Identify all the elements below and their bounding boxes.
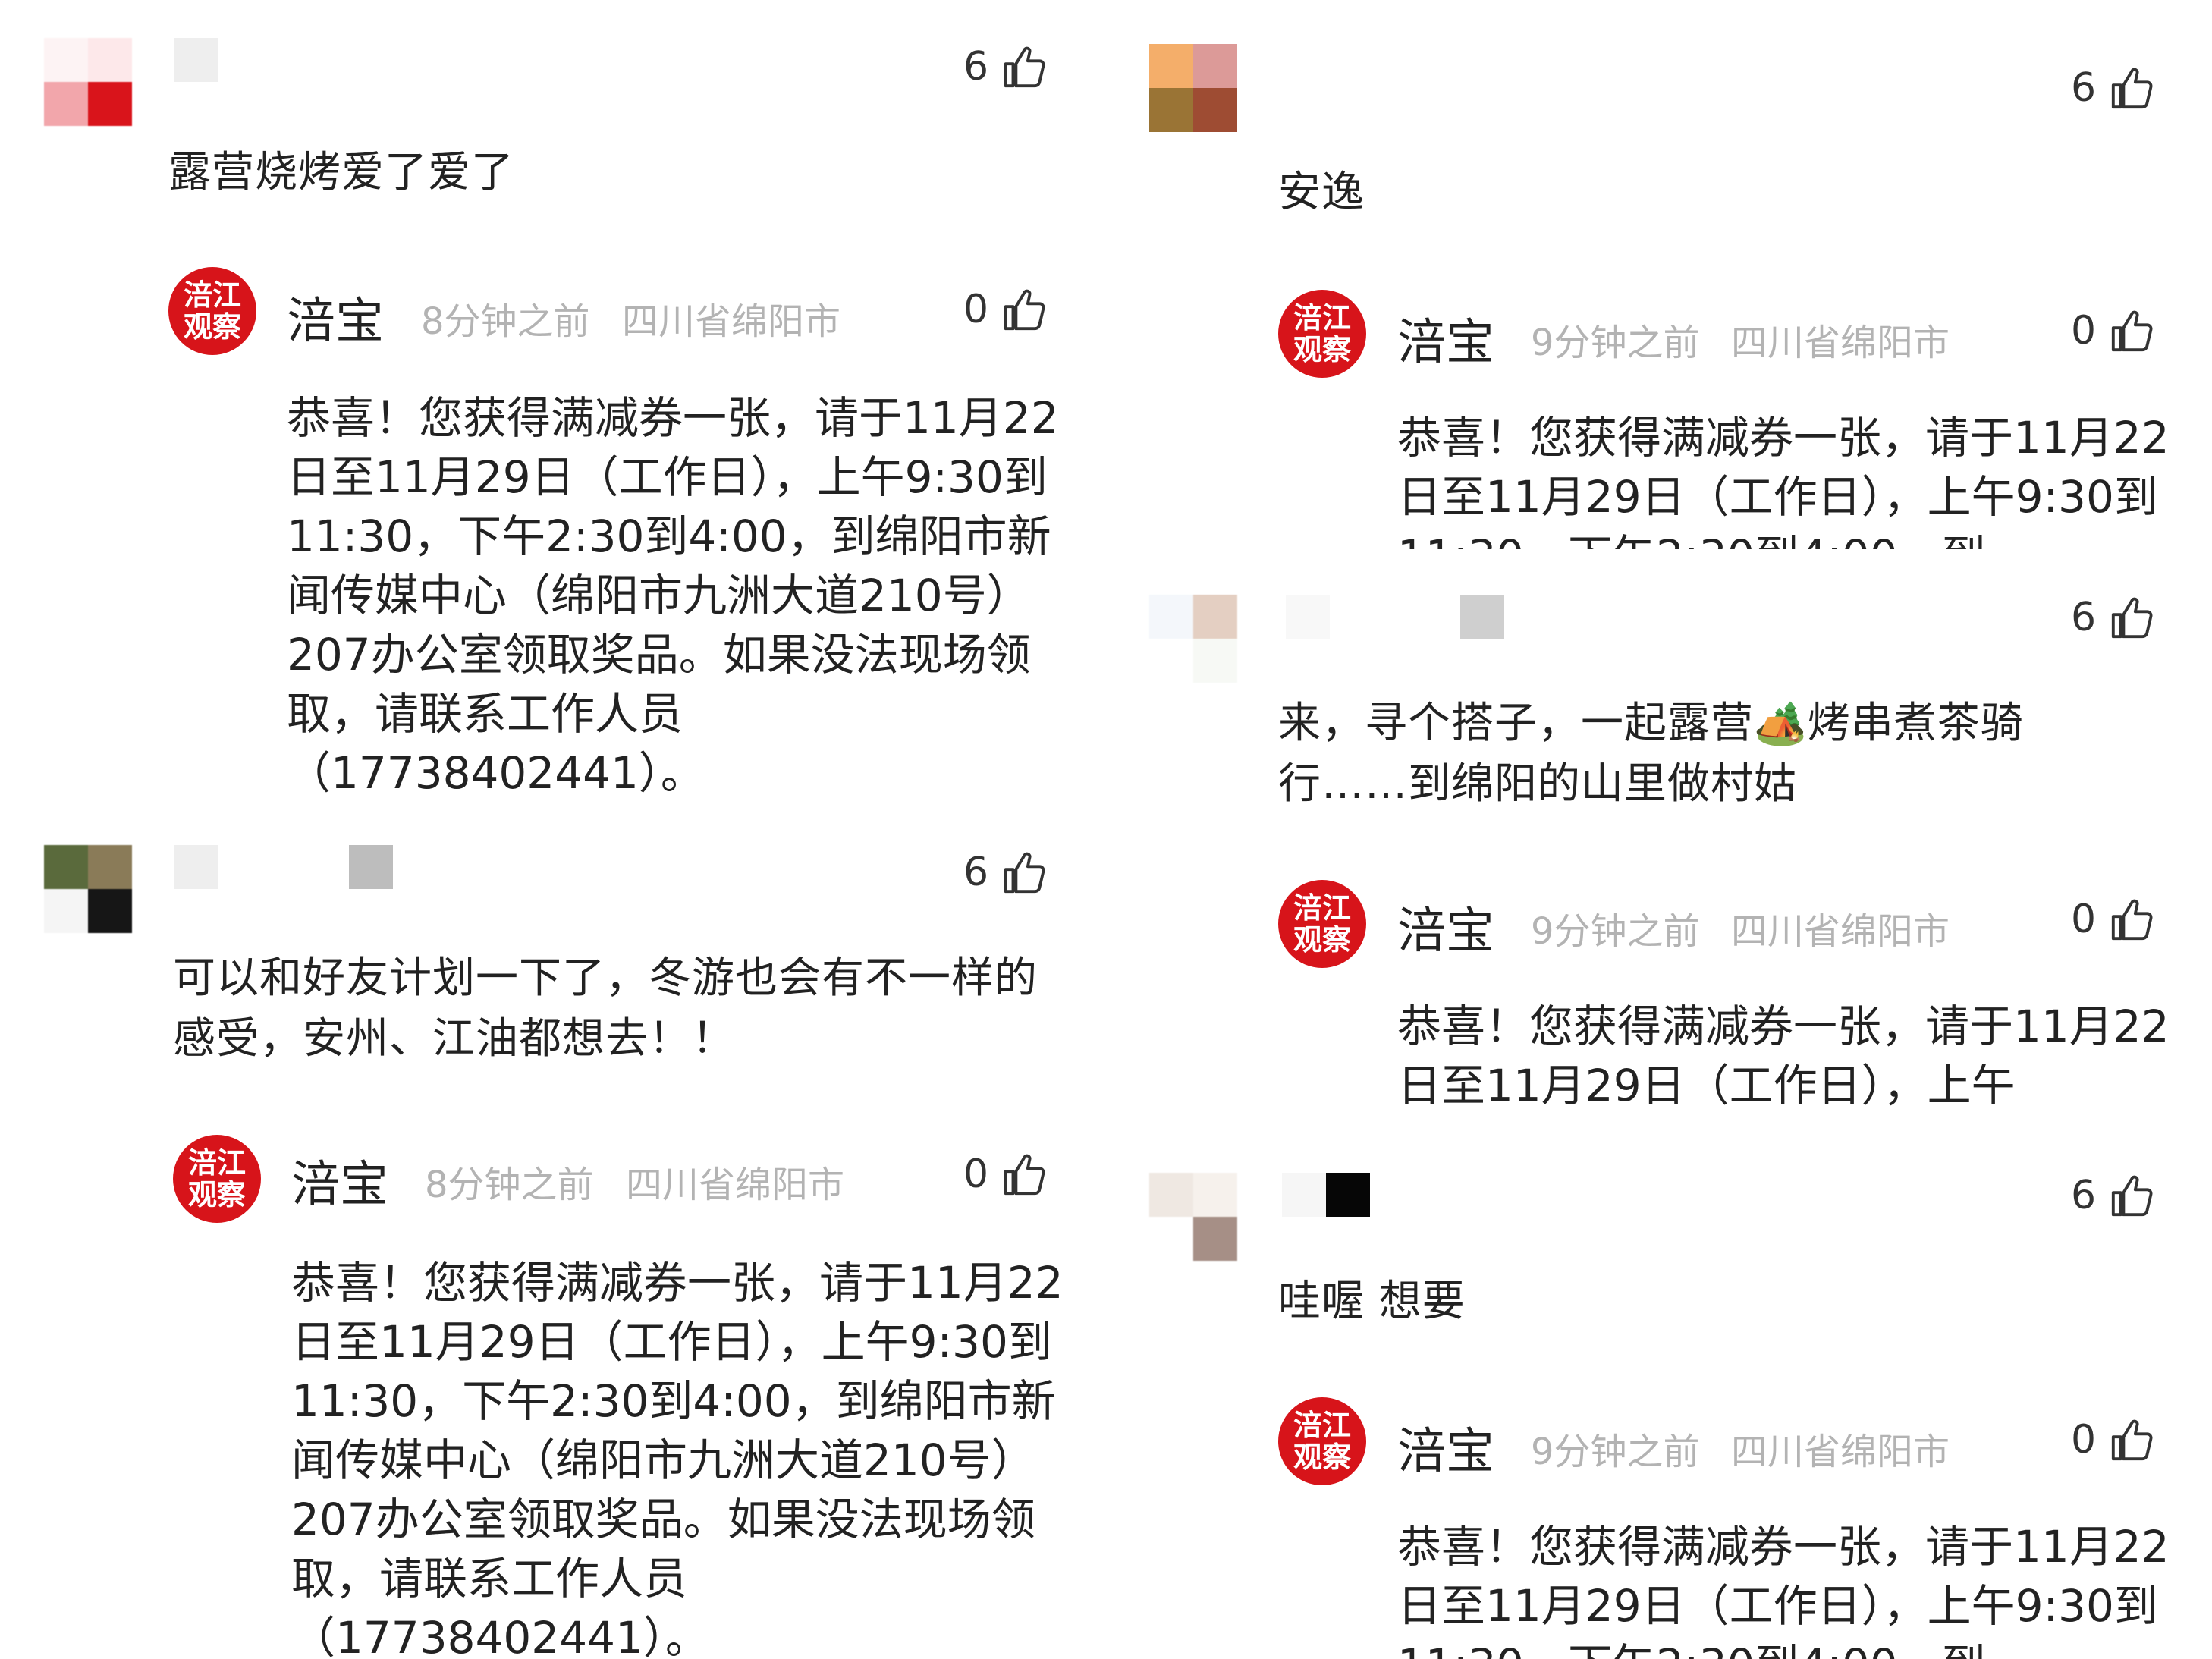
reply-like-control[interactable]: 0 xyxy=(2071,1417,2157,1463)
comment-text: 安逸 xyxy=(1278,168,1365,217)
username-redacted[interactable] xyxy=(174,845,394,889)
comment-text: 可以和好友计划一下了，冬游也会有不一样的感受，安州、江油都想去！！ xyxy=(173,954,1038,1064)
logo-line2: 观察 xyxy=(1293,1440,1351,1474)
comment-text: 哇喔 想要 xyxy=(1278,1277,1466,1326)
publisher-logo[interactable]: 涪江 观察 xyxy=(1278,880,1366,968)
reply-time: 9分钟之前 xyxy=(1531,322,1700,364)
avatar[interactable] xyxy=(1149,1173,1237,1261)
logo-line1: 涪江 xyxy=(1293,891,1351,925)
reply-author[interactable]: 涪宝 xyxy=(291,1145,388,1215)
like-control[interactable]: 6 xyxy=(963,850,1049,895)
thumbs-up-icon[interactable] xyxy=(2108,64,2157,112)
thumbs-up-icon[interactable] xyxy=(2108,594,2157,641)
reply-time: 9分钟之前 xyxy=(1531,910,1700,953)
username-redacted[interactable] xyxy=(1286,595,1513,639)
avatar[interactable] xyxy=(44,845,132,933)
reply-text: 恭喜！您获得满减券一张，请于11月22日至11月29日（工作日），上午 xyxy=(1397,1001,2170,1111)
comment-text: 露营烧烤爱了爱了 xyxy=(168,148,514,197)
logo-line2: 观察 xyxy=(1293,332,1351,366)
logo-line1: 涪江 xyxy=(1293,1408,1351,1442)
logo-line2: 观察 xyxy=(187,1177,246,1211)
reply-like-control[interactable]: 0 xyxy=(2071,897,2157,942)
reply-location: 四川省绵阳市 xyxy=(1731,322,1950,364)
publisher-logo[interactable]: 涪江 观察 xyxy=(1278,290,1366,378)
reply-author[interactable]: 涪宝 xyxy=(287,282,384,352)
avatar[interactable] xyxy=(1149,44,1237,132)
thumbs-up-icon[interactable] xyxy=(1001,849,1049,896)
reply-like-count: 0 xyxy=(963,1152,989,1197)
logo-line1: 涪江 xyxy=(1293,300,1351,335)
reply-like-control[interactable]: 0 xyxy=(2071,308,2157,353)
reply-location: 四川省绵阳市 xyxy=(1731,1431,1950,1473)
reply-time: 8分钟之前 xyxy=(421,300,590,343)
thumbs-up-icon[interactable] xyxy=(1001,43,1049,90)
reply-like-count: 0 xyxy=(2071,308,2097,353)
logo-line2: 观察 xyxy=(1293,922,1351,957)
reply-text: 恭喜！您获得满减券一张，请于11月22日至11月29日（工作日），上午9:30到… xyxy=(1397,412,2170,549)
like-count: 6 xyxy=(2071,65,2097,111)
like-control[interactable]: 6 xyxy=(2071,65,2157,111)
avatar[interactable] xyxy=(44,38,132,126)
comment-text: 来，寻个搭子，一起露营🏕️烤串煮茶骑行……到绵阳的山里做村姑 xyxy=(1278,699,2024,809)
reply-author[interactable]: 涪宝 xyxy=(1397,303,1494,373)
thumbs-up-icon[interactable] xyxy=(1001,286,1049,333)
username-redacted[interactable] xyxy=(174,38,220,82)
thumbs-up-icon[interactable] xyxy=(1001,1151,1049,1198)
publisher-logo[interactable]: 涪江 观察 xyxy=(173,1135,261,1223)
avatar[interactable] xyxy=(1149,595,1237,683)
reply-location: 四川省绵阳市 xyxy=(1731,910,1950,953)
logo-line1: 涪江 xyxy=(187,1145,246,1180)
thumbs-up-icon[interactable] xyxy=(2108,896,2157,943)
reply-like-control[interactable]: 0 xyxy=(963,1152,1049,1197)
thumbs-up-icon[interactable] xyxy=(2108,1416,2157,1463)
reply-time: 9分钟之前 xyxy=(1531,1431,1700,1473)
like-control[interactable]: 6 xyxy=(2071,1173,2157,1218)
like-count: 6 xyxy=(963,850,989,895)
reply-text: 恭喜！您获得满减券一张，请于11月22日至11月29日（工作日），上午9:30到… xyxy=(287,392,1059,799)
publisher-logo[interactable]: 涪江 观察 xyxy=(168,267,256,355)
reply-like-count: 0 xyxy=(2071,897,2097,942)
reply-like-control[interactable]: 0 xyxy=(963,287,1049,332)
reply-author[interactable]: 涪宝 xyxy=(1397,1412,1494,1482)
reply-like-count: 0 xyxy=(2071,1417,2097,1463)
like-control[interactable]: 6 xyxy=(2071,595,2157,640)
logo-line1: 涪江 xyxy=(183,278,241,312)
thumbs-up-icon[interactable] xyxy=(2108,1172,2157,1219)
logo-line2: 观察 xyxy=(183,309,241,344)
like-control[interactable]: 6 xyxy=(963,44,1049,90)
like-count: 6 xyxy=(2071,1173,2097,1218)
username-redacted[interactable] xyxy=(1282,1173,1373,1217)
thumbs-up-icon[interactable] xyxy=(2108,307,2157,354)
reply-author[interactable]: 涪宝 xyxy=(1397,892,1494,962)
reply-like-count: 0 xyxy=(963,287,989,332)
reply-location: 四川省绵阳市 xyxy=(626,1164,845,1206)
like-count: 6 xyxy=(2071,595,2097,640)
reply-time: 8分钟之前 xyxy=(425,1164,594,1206)
like-count: 6 xyxy=(963,44,989,90)
reply-text: 恭喜！您获得满减券一张，请于11月22日至11月29日（工作日），上午9:30到… xyxy=(1397,1521,2170,1659)
reply-location: 四川省绵阳市 xyxy=(622,300,841,343)
publisher-logo[interactable]: 涪江 观察 xyxy=(1278,1397,1366,1485)
reply-text: 恭喜！您获得满减券一张，请于11月22日至11月29日（工作日），上午9:30到… xyxy=(291,1257,1064,1659)
